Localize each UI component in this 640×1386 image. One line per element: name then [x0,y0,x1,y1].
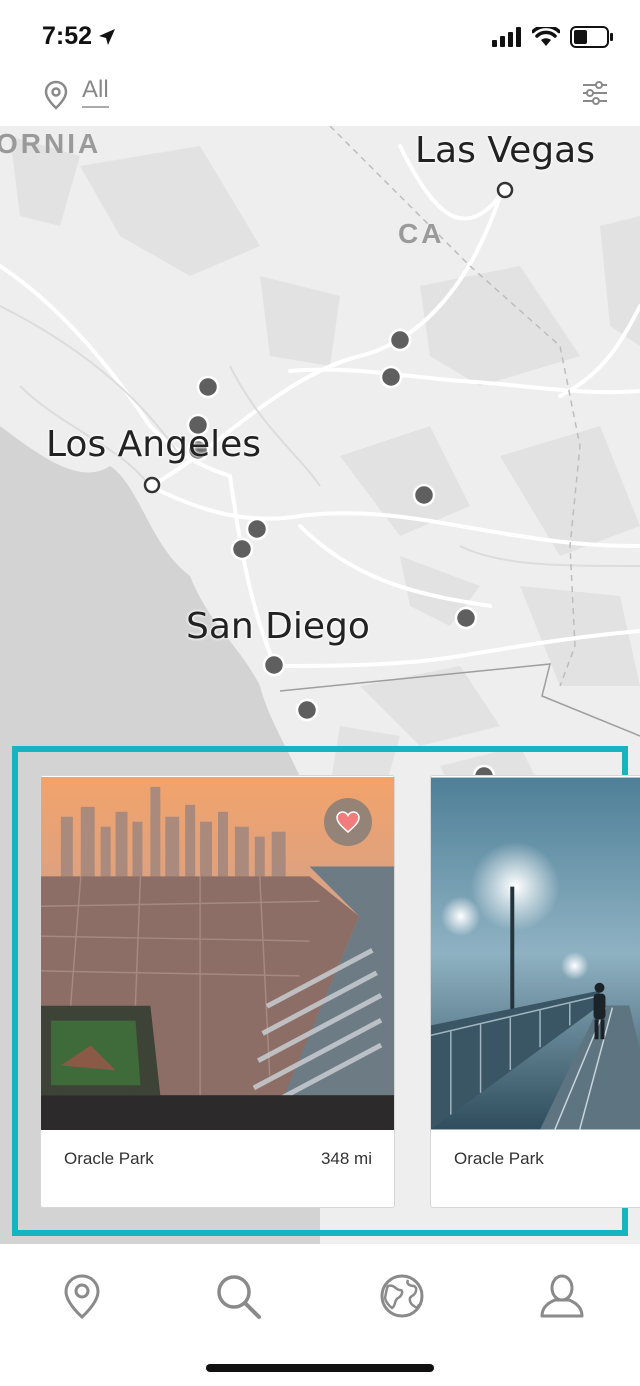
place-name: Oracle Park [64,1149,154,1168]
status-icons [492,26,614,48]
status-time: 7:52 [42,22,93,50]
search-icon[interactable] [214,1272,262,1320]
place-photo-bridge-night [431,777,640,1130]
place-name: Oracle Park [454,1149,544,1168]
status-bar: 7:52 [0,0,640,70]
region-label: ORNIA [0,128,102,159]
battery-icon [570,26,613,48]
settings-sliders-icon[interactable] [582,80,608,106]
user-icon[interactable] [538,1272,586,1320]
location-arrow-icon [99,28,116,45]
location-filter[interactable]: All [82,76,109,108]
globe-icon[interactable] [378,1272,426,1320]
location-pin-icon[interactable] [58,1272,106,1320]
region-label: CA [398,218,445,249]
city-label-las-vegas: Las Vegas [415,130,595,171]
card-footer: Oracle Park [431,1131,640,1207]
heart-icon [336,811,360,833]
cellular-signal-icon [492,27,521,47]
city-label-los-angeles: Los Angeles [46,424,261,465]
city-label-san-diego: San Diego [186,606,370,647]
card-footer: Oracle Park 348 mi [41,1131,394,1207]
home-indicator [206,1364,434,1372]
filter-bar: All [0,70,640,126]
status-time-group: 7:52 [42,22,116,51]
place-card[interactable]: Oracle Park 348 mi [40,775,395,1208]
place-distance: 348 mi [320,1149,372,1168]
wifi-icon [532,27,560,46]
favorite-button[interactable] [324,798,372,846]
location-pin-icon [44,80,68,110]
place-card[interactable]: Oracle Park [430,775,640,1208]
